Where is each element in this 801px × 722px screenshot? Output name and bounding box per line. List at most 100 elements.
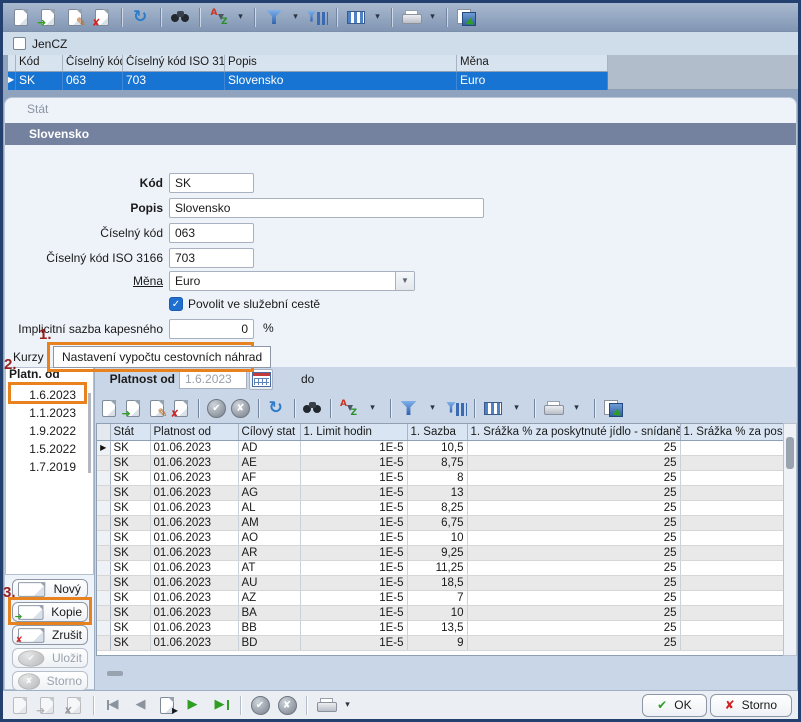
record-view-button[interactable] [155,693,179,717]
dropdown-arrow-button[interactable]: ▾ [341,693,354,717]
rates-row[interactable]: ▶SK01.06.2023AD1E-510,525 [97,440,783,455]
rates-row[interactable]: SK01.06.2023BA1E-51025 [97,605,783,620]
horizontal-scrollbar-thumb[interactable] [107,671,123,676]
iso-field[interactable]: 703 [169,248,254,268]
rates-column-header[interactable]: 1. Srážka % za pos [680,424,783,440]
validity-scrollbar[interactable] [88,393,91,473]
column-header[interactable]: Číselný kód ISO 3166 [123,55,225,71]
apply-circle-button[interactable] [248,693,272,717]
edit-doc-button[interactable] [146,397,167,419]
rates-row[interactable]: SK01.06.2023AO1E-51025 [97,530,783,545]
sazba-field[interactable]: 0 [169,319,254,339]
validity-item[interactable]: 1.7.2019 [6,458,86,476]
cancel-circle-button[interactable] [230,397,251,419]
storno-button[interactable]: ✘ Storno [710,694,792,717]
rates-row[interactable]: SK01.06.2023BD1E-5925 [97,635,783,650]
new-doc-button[interactable] [98,397,119,419]
sort-az-button[interactable] [207,5,231,29]
jencz-checkbox[interactable] [13,37,26,50]
print-button[interactable] [314,693,338,717]
columns-button[interactable] [344,5,368,29]
column-header[interactable]: Popis [225,55,457,71]
vertical-scrollbar[interactable] [783,423,797,656]
new-doc-button[interactable] [9,5,33,29]
rates-column-header[interactable]: Platnost od [150,424,238,440]
validity-column-header[interactable]: Platn. od [9,367,87,384]
validity-item[interactable]: 1.1.2023 [6,404,86,422]
dropdown-arrow-button[interactable]: ▾ [566,397,587,419]
rates-row[interactable]: SK01.06.2023AF1E-5825 [97,470,783,485]
filter-chart-button[interactable] [305,5,329,29]
validity-item-selected[interactable]: 1.6.2023 [6,386,86,404]
binoculars-button[interactable] [168,5,192,29]
dropdown-arrow-button[interactable]: ▾ [426,5,439,29]
dropdown-arrow-button[interactable]: ▾ [289,5,302,29]
kod-field[interactable]: SK [169,173,254,193]
rates-column-header[interactable]: Cílový stat [238,424,300,440]
countries-selected-row[interactable]: ▶ SK 063 703 Slovensko Euro [8,72,608,90]
column-header[interactable]: Kód [16,55,63,71]
rates-row[interactable]: SK01.06.2023AU1E-518,525 [97,575,783,590]
scrollbar-thumb[interactable] [786,437,794,469]
cancel-circle-button[interactable] [275,693,299,717]
povolit-checkbox[interactable] [169,297,183,311]
zrusit-button[interactable]: Zrušit [12,625,88,645]
edit-doc-button[interactable] [63,5,87,29]
ciselny-kod-field[interactable]: 063 [169,223,254,243]
dropdown-arrow-button[interactable]: ▾ [506,397,527,419]
kopie-button[interactable]: Kopie [12,602,88,622]
rates-row[interactable]: SK01.06.2023BB1E-513,525 [97,620,783,635]
nav-prev-button[interactable] [128,693,152,717]
export-button[interactable] [602,397,623,419]
rates-row[interactable]: SK01.06.2023AT1E-511,2525 [97,560,783,575]
dropdown-arrow-button[interactable]: ▾ [422,397,443,419]
rates-row[interactable]: SK01.06.2023AR1E-59,2525 [97,545,783,560]
rates-row[interactable]: SK01.06.2023AG1E-51325 [97,485,783,500]
filter-button[interactable] [398,397,419,419]
rates-column-header[interactable]: Stát [110,424,150,440]
copy-doc-button[interactable] [122,397,143,419]
nav-last-button[interactable] [209,693,233,717]
rates-row[interactable]: SK01.06.2023AE1E-58,7525 [97,455,783,470]
mena-label[interactable]: Měna [3,271,163,291]
refresh-button[interactable] [266,397,287,419]
print-button[interactable] [542,397,563,419]
dropdown-arrow-button[interactable]: ▾ [371,5,384,29]
platnost-od-input[interactable]: 1.6.2023 [179,370,247,389]
export-button[interactable] [454,5,478,29]
dropdown-arrow-button[interactable]: ▾ [234,5,247,29]
dropdown-arrow-button[interactable]: ▾ [362,397,383,419]
sort-az-button[interactable] [338,397,359,419]
refresh-button[interactable] [129,5,153,29]
apply-circle-button[interactable] [206,397,227,419]
mena-combobox[interactable]: Euro ▼ [169,271,415,291]
delete-doc-button[interactable] [170,397,191,419]
filter-button[interactable] [262,5,286,29]
row-indicator-cell [97,500,110,515]
column-header[interactable]: Číselný kód [63,55,123,71]
tab-kurzy[interactable]: Kurzy [13,350,44,364]
filter-chart-button[interactable] [446,397,467,419]
rates-column-header[interactable]: 1. Sazba [407,424,467,440]
rates-row[interactable]: SK01.06.2023AZ1E-5725 [97,590,783,605]
column-header[interactable]: Měna [457,55,608,71]
rates-row[interactable]: SK01.06.2023AM1E-56,7525 [97,515,783,530]
nav-first-button[interactable] [101,693,125,717]
rates-column-header[interactable]: 1. Limit hodin [300,424,407,440]
rates-row[interactable]: SK01.06.2023AL1E-58,2525 [97,500,783,515]
validity-item[interactable]: 1.5.2022 [6,440,86,458]
validity-item[interactable]: 1.9.2022 [6,422,86,440]
rates-column-header[interactable]: 1. Srážka % za poskytnuté jídlo - snídan… [467,424,680,440]
chevron-down-icon[interactable]: ▼ [395,272,414,290]
novy-button[interactable]: Nový [12,579,88,599]
copy-doc-button[interactable] [36,5,60,29]
popis-field[interactable]: Slovensko [169,198,484,218]
binoculars-button[interactable] [302,397,323,419]
calendar-button[interactable] [249,369,273,390]
columns-button[interactable] [482,397,503,419]
nav-next-button[interactable] [182,693,206,717]
print-button[interactable] [399,5,423,29]
delete-doc-button[interactable] [90,5,114,29]
ok-button[interactable]: ✔ OK [642,694,706,717]
tab-nastaveni[interactable]: Nastavení vypočtu cestovních náhrad [53,346,271,368]
